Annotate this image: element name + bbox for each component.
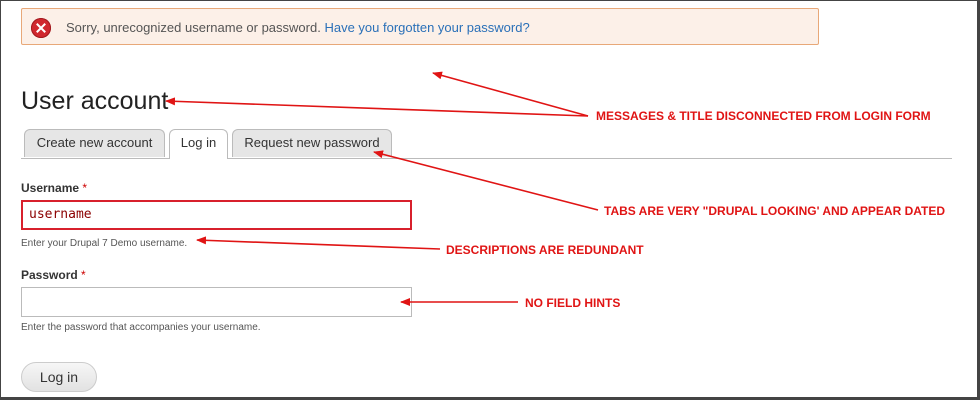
username-label-text: Username	[21, 181, 80, 195]
username-label: Username *	[21, 181, 87, 195]
page-title: User account	[21, 87, 169, 115]
tab-create-new-account[interactable]: Create new account	[24, 129, 165, 157]
annotation-field-hints: NO FIELD HINTS	[525, 296, 621, 310]
error-message: Sorry, unrecognized username or password…	[21, 8, 819, 45]
tab-request-new-password[interactable]: Request new password	[232, 129, 392, 157]
password-label: Password *	[21, 268, 86, 282]
forgot-password-link[interactable]: Have you forgotten your password?	[324, 20, 529, 35]
username-input[interactable]: username	[21, 200, 412, 230]
annotation-tabs: TABS ARE VERY "DRUPAL LOOKING' AND APPEA…	[604, 204, 946, 218]
password-input[interactable]	[21, 287, 412, 317]
password-label-text: Password	[21, 268, 78, 282]
error-message-text: Sorry, unrecognized username or password…	[66, 20, 530, 35]
error-icon	[31, 18, 51, 38]
error-text: Sorry, unrecognized username or password…	[66, 20, 321, 35]
required-marker: *	[81, 268, 86, 282]
annotation-descriptions: DESCRIPTIONS ARE REDUNDANT	[446, 243, 644, 257]
password-description: Enter the password that accompanies your…	[21, 322, 261, 333]
username-description: Enter your Drupal 7 Demo username.	[21, 238, 188, 249]
required-marker: *	[82, 181, 88, 195]
tab-log-in[interactable]: Log in	[169, 129, 228, 159]
annotation-messages-title: MESSAGES & TITLE DISCONNECTED FROM LOGIN…	[596, 109, 931, 123]
tab-bar: Create new account Log in Request new pa…	[21, 129, 952, 159]
log-in-button[interactable]: Log in	[21, 362, 97, 392]
